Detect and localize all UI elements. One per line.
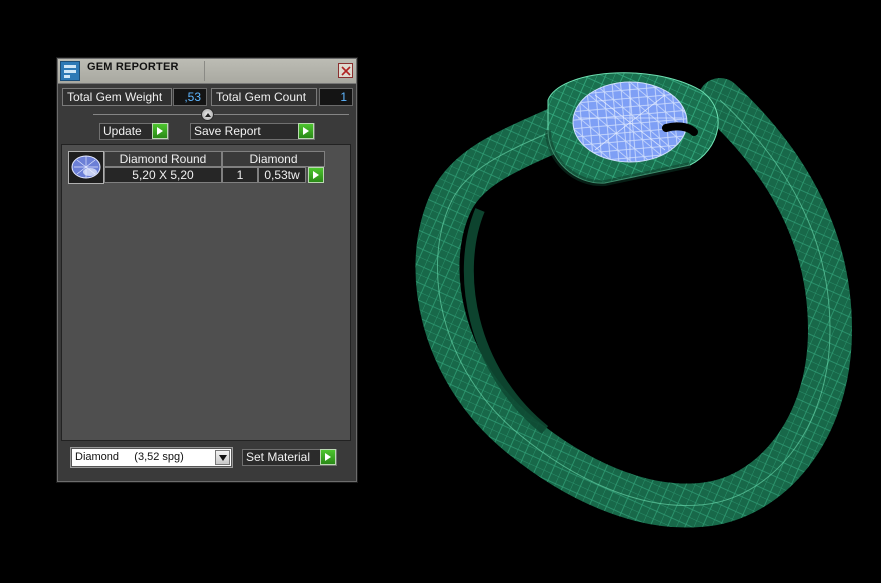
gem-weight-cell: 0,53tw [258,167,306,183]
play-arrow-icon [157,127,163,135]
column-header-cut: Diamond Round [104,151,222,167]
close-button[interactable] [338,63,353,78]
total-gem-count-value: 1 [319,88,353,106]
play-arrow-icon [325,453,331,461]
gem-quantity-cell: 1 [222,167,258,183]
chevron-up-icon [205,113,211,117]
gem-list[interactable]: Diamond Round Diamond 5,20 X 5,20 1 0,53… [61,144,351,441]
total-gem-count-label: Total Gem Count [211,88,317,106]
total-gem-weight-label: Total Gem Weight [62,88,172,106]
collapse-toggle[interactable] [201,108,214,121]
close-icon [341,66,351,76]
save-report-label: Save Report [194,124,261,138]
material-select-value: Diamond (3,52 spg) [75,451,184,463]
gem-size-cell: 5,20 X 5,20 [104,167,222,183]
column-header-material: Diamond [222,151,325,167]
update-go-button[interactable] [152,123,168,139]
round-gem-icon[interactable] [68,151,104,184]
play-arrow-icon [313,171,319,179]
title-bar[interactable]: GEM REPORTER [58,59,356,84]
set-material-label: Set Material [246,450,311,464]
gem-reporter-panel: GEM REPORTER Total Gem Weight ,53 Total … [57,58,357,482]
gem-reporter-app-icon [60,61,80,81]
title-divider [204,61,205,81]
save-report-button[interactable]: Save Report [190,123,315,140]
round-gem-icon-graphic [71,155,101,179]
material-dropdown-button[interactable] [215,450,230,465]
window-title: GEM REPORTER [87,61,179,73]
play-arrow-icon [303,127,309,135]
gem-row-go-button[interactable] [308,167,324,183]
set-material-go-button[interactable] [320,449,336,465]
material-select[interactable]: Diamond (3,52 spg) [70,447,233,468]
update-button-label: Update [103,124,142,138]
save-report-go-button[interactable] [298,123,314,139]
chevron-down-icon [219,455,227,461]
total-gem-weight-value: ,53 [173,88,207,106]
section-divider [93,114,349,115]
